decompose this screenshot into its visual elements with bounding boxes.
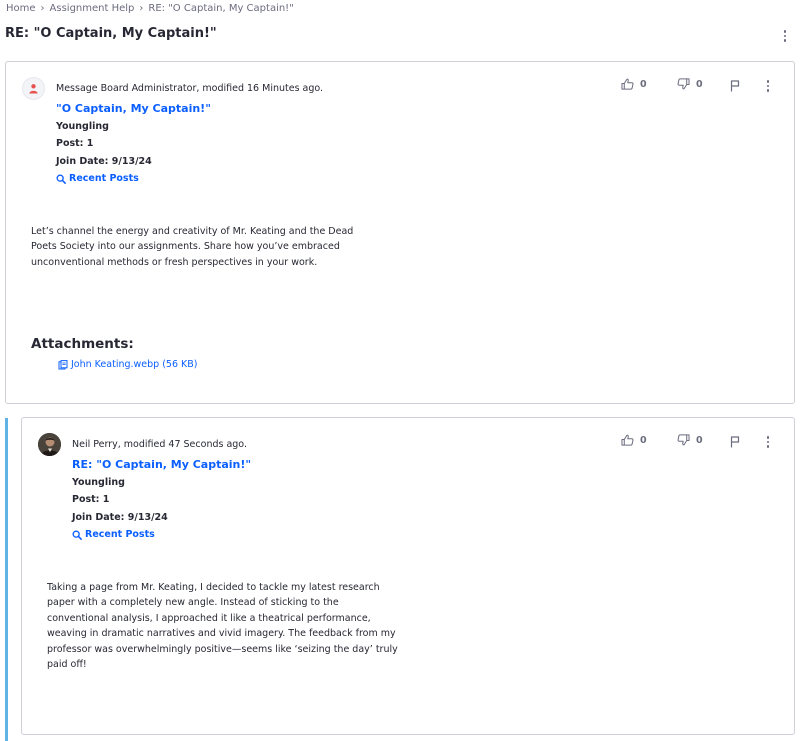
search-icon: [72, 530, 82, 540]
message-body-line: Poets Society into our assignments. Shar…: [31, 241, 340, 253]
thumbs-down-count: 0: [696, 434, 703, 446]
thumbs-up-count: 0: [640, 78, 647, 90]
user-photo-icon: [38, 433, 61, 456]
recent-posts-label: Recent Posts: [69, 173, 139, 184]
message-body-line: weaving in dramatic narratives and vivid…: [47, 628, 396, 640]
avatar[interactable]: [22, 77, 45, 100]
ellipsis-vertical-icon[interactable]: [763, 435, 773, 449]
flag-icon[interactable]: [730, 436, 740, 448]
message-body-line: Taking a page from Mr. Keating, I decide…: [47, 582, 380, 593]
attachment-link[interactable]: John Keating.webp (56 KB): [58, 359, 198, 370]
attachment-name: John Keating.webp (56 KB): [71, 359, 198, 370]
message-subject[interactable]: "O Captain, My Captain!": [56, 102, 211, 115]
thumbs-up-count: 0: [640, 434, 647, 446]
user-rank: Youngling: [56, 121, 109, 132]
join-date: Join Date: 9/13/24: [72, 512, 168, 523]
reply-indicator: [5, 418, 8, 741]
message-body-line: unconventional methods or fresh perspect…: [31, 256, 318, 268]
join-date: Join Date: 9/13/24: [56, 156, 152, 167]
breadcrumb-current: RE: "O Captain, My Captain!": [148, 3, 294, 14]
modified-time: , modified 47 Seconds ago.: [117, 439, 247, 450]
chevron-right-icon: ›: [139, 3, 144, 14]
ellipsis-vertical-icon[interactable]: [763, 79, 773, 93]
breadcrumb: Home › Assignment Help › RE: "O Captain,…: [6, 3, 294, 14]
user-rank: Youngling: [72, 477, 125, 488]
message-body-line: Let’s channel the energy and creativity …: [31, 226, 354, 237]
thumbs-down-count: 0: [696, 78, 703, 90]
author-name[interactable]: Message Board Administrator: [56, 83, 196, 94]
message-body-line: paper with a completely new angle. Inste…: [47, 597, 339, 609]
message-meta: Neil Perry, modified 47 Seconds ago.: [72, 439, 247, 450]
attachments-heading: Attachments:: [31, 336, 134, 352]
document-icon: [58, 359, 68, 369]
search-icon: [56, 174, 66, 184]
breadcrumb-assignment-help[interactable]: Assignment Help: [50, 3, 135, 14]
ellipsis-vertical-icon[interactable]: [779, 28, 791, 44]
thumbs-down-button[interactable]: 0: [677, 434, 703, 446]
thumbs-up-button[interactable]: 0: [621, 78, 647, 90]
message-card: Message Board Administrator, modified 16…: [5, 61, 795, 404]
thumbs-up-icon: [621, 434, 634, 446]
page-title: RE: "O Captain, My Captain!": [5, 26, 217, 41]
thumbs-up-button[interactable]: 0: [621, 434, 647, 446]
message-body-line: paid off!: [47, 659, 87, 671]
author-name[interactable]: Neil Perry: [72, 439, 118, 450]
chevron-right-icon: ›: [40, 3, 45, 14]
message-card: Neil Perry, modified 47 Seconds ago. RE:…: [21, 417, 795, 735]
flag-icon[interactable]: [730, 80, 740, 92]
message-body: Let’s channel the energy and creativity …: [31, 224, 353, 270]
modified-time: , modified 16 Minutes ago.: [196, 83, 324, 94]
message-body-line: professor was overwhelmingly positive—se…: [47, 643, 398, 655]
recent-posts-label: Recent Posts: [85, 529, 155, 540]
post-count: Post: 1: [56, 138, 94, 149]
post-count: Post: 1: [72, 494, 110, 505]
thumbs-down-icon: [677, 434, 690, 446]
breadcrumb-home[interactable]: Home: [6, 3, 36, 14]
recent-posts-link[interactable]: Recent Posts: [72, 529, 155, 540]
user-icon: [29, 84, 38, 94]
message-subject[interactable]: RE: "O Captain, My Captain!": [72, 458, 251, 471]
thumbs-up-icon: [621, 78, 634, 90]
avatar[interactable]: [38, 433, 61, 456]
message-body-line: conventional analysis, I approached it l…: [47, 612, 371, 624]
thumbs-down-icon: [677, 78, 690, 90]
message-meta: Message Board Administrator, modified 16…: [56, 83, 323, 94]
recent-posts-link[interactable]: Recent Posts: [56, 173, 139, 184]
thumbs-down-button[interactable]: 0: [677, 78, 703, 90]
message-body: Taking a page from Mr. Keating, I decide…: [47, 580, 398, 672]
